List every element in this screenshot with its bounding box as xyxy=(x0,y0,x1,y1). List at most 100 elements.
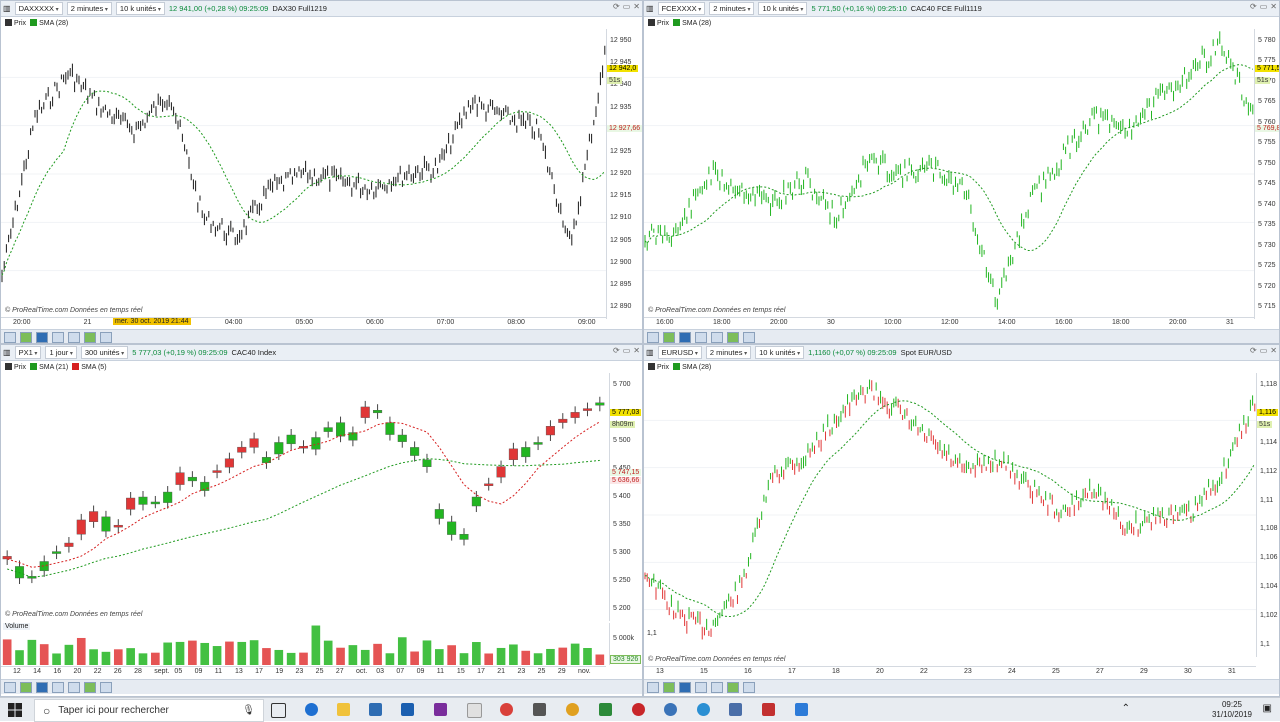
cursor-icon[interactable] xyxy=(36,331,48,343)
layout-icon[interactable] xyxy=(695,331,707,343)
store-icon[interactable] xyxy=(369,703,382,716)
candle xyxy=(163,491,173,503)
period-select[interactable]: 2 minutes xyxy=(66,2,112,15)
units-select[interactable]: 10 k unités xyxy=(755,346,805,359)
cursor-icon[interactable] xyxy=(679,681,691,693)
indicator-icon[interactable] xyxy=(20,331,32,343)
x-tick-label: 20:00 xyxy=(770,319,788,326)
draw-tool-icon[interactable] xyxy=(4,681,16,693)
app-icon-9[interactable] xyxy=(729,703,742,716)
volume-bar xyxy=(397,637,407,665)
layout-icon[interactable] xyxy=(52,681,64,693)
app-icon-2[interactable] xyxy=(467,703,482,718)
grid-icon[interactable] xyxy=(711,681,723,693)
chart-icon: ▥ xyxy=(3,348,11,357)
draw-tool-icon[interactable] xyxy=(647,331,659,343)
layout-icon[interactable] xyxy=(695,681,707,693)
microphone-icon[interactable]: 🎙 xyxy=(242,705,255,716)
grid-icon[interactable] xyxy=(68,331,80,343)
refresh-icon[interactable]: ⟳ xyxy=(613,346,620,355)
screen-icon[interactable] xyxy=(100,331,112,343)
legend-item-sma[interactable]: SMA (28) xyxy=(30,19,68,27)
app-icon-4[interactable] xyxy=(566,703,579,716)
period-select[interactable]: 2 minutes xyxy=(705,346,752,359)
x-axis: 12 14 16 20 22 26 28 sept. 05 09 11 13 17 19 23 25 27 oct… xyxy=(1,666,606,679)
volume-plot[interactable] xyxy=(1,623,606,665)
table-icon[interactable] xyxy=(84,331,96,343)
units-select[interactable]: 300 unités xyxy=(80,346,129,359)
y-tick-label: 1,1 xyxy=(1260,641,1270,648)
edge-icon[interactable] xyxy=(305,703,318,716)
table-icon[interactable] xyxy=(727,681,739,693)
app-icon-10[interactable] xyxy=(795,703,808,716)
cursor-icon[interactable] xyxy=(679,331,691,343)
screen-icon[interactable] xyxy=(743,331,755,343)
legend-item-price[interactable]: Prix xyxy=(648,19,669,27)
instrument-select[interactable]: EURUSD xyxy=(657,346,702,359)
draw-tool-icon[interactable] xyxy=(4,331,16,343)
app-icon-6[interactable] xyxy=(632,703,645,716)
app-icon-5[interactable] xyxy=(599,703,612,716)
x-tick-label: 09 xyxy=(416,668,425,675)
app-icon-8[interactable] xyxy=(697,703,710,716)
units-select[interactable]: 10 k unités xyxy=(115,2,165,15)
windows-start-icon[interactable] xyxy=(8,703,22,717)
refresh-icon[interactable]: ⟳ xyxy=(1250,346,1257,355)
close-icon[interactable]: ✕ xyxy=(633,346,640,355)
app-icon-7[interactable] xyxy=(664,703,677,716)
file-explorer-icon[interactable] xyxy=(337,703,350,716)
clock[interactable]: 09:25 31/10/2019 xyxy=(1212,700,1252,720)
instrument-select[interactable]: DAXXXXX xyxy=(14,2,63,15)
instrument-select[interactable]: FCEXXXX xyxy=(657,2,706,15)
grid-icon[interactable] xyxy=(68,681,80,693)
volume-bar xyxy=(15,650,24,665)
grid-icon[interactable] xyxy=(711,331,723,343)
network-icon[interactable]: ⌃ xyxy=(1122,703,1130,714)
legend-item-sma5[interactable]: SMA (5) xyxy=(72,363,107,371)
legend-item-sma[interactable]: SMA (28) xyxy=(673,363,711,371)
x-tick-label: 15 xyxy=(700,668,708,675)
close-icon[interactable]: ✕ xyxy=(1270,2,1277,11)
period-select[interactable]: 2 minutes xyxy=(709,2,755,15)
minimize-icon[interactable]: ▭ xyxy=(1260,346,1268,355)
legend-item-price[interactable]: Prix xyxy=(648,363,669,371)
indicator-icon[interactable] xyxy=(663,681,675,693)
price-plot[interactable] xyxy=(644,29,1254,319)
taskbar-search[interactable]: ○ Taper ici pour rechercher 🎙 xyxy=(34,699,264,722)
instrument-select[interactable]: PX1 xyxy=(14,346,42,359)
minimize-icon[interactable]: ▭ xyxy=(623,346,631,355)
chrome-icon[interactable] xyxy=(500,703,513,716)
legend-item-sma21[interactable]: SMA (21) xyxy=(30,363,68,371)
screen-icon[interactable] xyxy=(743,681,755,693)
price-plot[interactable] xyxy=(1,29,606,319)
minimize-icon[interactable]: ▭ xyxy=(1260,2,1268,11)
cursor-icon[interactable] xyxy=(36,681,48,693)
close-icon[interactable]: ✕ xyxy=(1270,346,1277,355)
chart-legend: Prix SMA (21) SMA (5) xyxy=(1,361,642,373)
refresh-icon[interactable]: ⟳ xyxy=(1250,2,1257,11)
notification-icon[interactable]: ▣ xyxy=(1263,703,1272,714)
draw-tool-icon[interactable] xyxy=(647,681,659,693)
app-icon-3[interactable] xyxy=(533,703,546,716)
legend-item-price[interactable]: Prix xyxy=(5,19,26,27)
table-icon[interactable] xyxy=(727,331,739,343)
minimize-icon[interactable]: ▭ xyxy=(623,2,631,11)
onenote-icon[interactable] xyxy=(434,703,447,716)
indicator-icon[interactable] xyxy=(20,681,32,693)
period-select[interactable]: 1 jour xyxy=(45,346,77,359)
refresh-icon[interactable]: ⟳ xyxy=(613,2,620,11)
prorealtime-icon[interactable] xyxy=(762,703,775,716)
task-view-icon[interactable] xyxy=(271,703,286,718)
app-icon[interactable] xyxy=(401,703,414,716)
indicator-icon[interactable] xyxy=(663,331,675,343)
price-plot[interactable] xyxy=(644,373,1256,657)
units-select[interactable]: 10 k unités xyxy=(758,2,808,15)
legend-item-price[interactable]: Prix xyxy=(5,363,26,371)
close-icon[interactable]: ✕ xyxy=(633,2,640,11)
screen-icon[interactable] xyxy=(100,681,112,693)
table-icon[interactable] xyxy=(84,681,96,693)
legend-item-sma[interactable]: SMA (28) xyxy=(673,19,711,27)
layout-icon[interactable] xyxy=(52,331,64,343)
y-tick-label: 5 750 xyxy=(1258,159,1276,167)
price-plot[interactable] xyxy=(1,373,606,621)
